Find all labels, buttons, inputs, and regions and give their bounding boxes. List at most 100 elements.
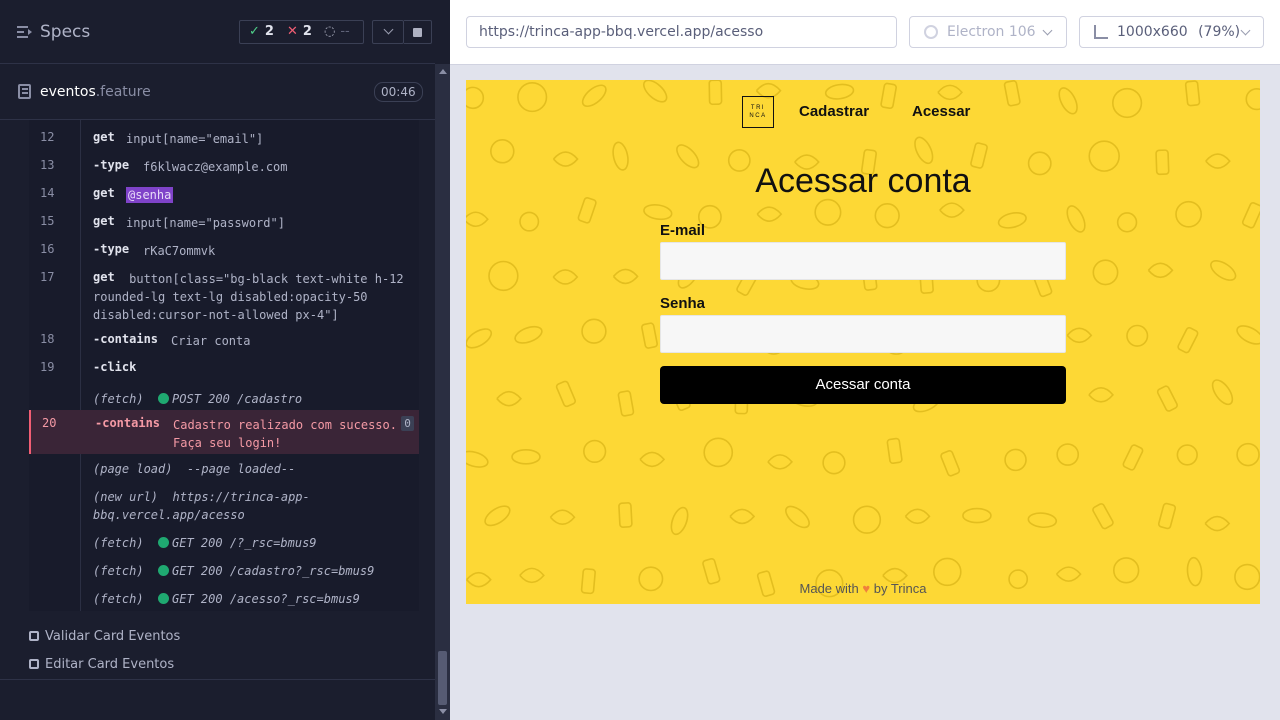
spinner-icon: ◌	[324, 24, 336, 39]
food-doodle	[642, 80, 668, 103]
food-doodle	[1126, 324, 1149, 347]
divider	[450, 64, 1280, 65]
food-doodle	[617, 390, 635, 417]
command-name: -click	[93, 360, 137, 374]
food-doodle	[880, 82, 897, 110]
food-doodle	[1184, 80, 1201, 107]
food-doodle	[641, 322, 658, 349]
food-doodle	[1210, 260, 1237, 281]
log-command-row[interactable]: 20 -contains Cadastro realizado com sucess…	[29, 410, 419, 454]
food-doodle	[852, 505, 882, 534]
browser-icon	[924, 25, 938, 39]
scroll-down-icon[interactable]	[439, 709, 447, 714]
scrollbar[interactable]	[435, 64, 450, 720]
spec-file-name[interactable]: eventos.feature	[40, 84, 151, 100]
ruler-icon	[1094, 25, 1108, 39]
food-doodle	[555, 380, 576, 408]
food-doodle	[1177, 326, 1199, 354]
food-doodle	[1236, 325, 1260, 345]
chevron-down-icon	[1240, 25, 1251, 36]
command-argument: rKaC7ommvk	[143, 244, 216, 258]
food-doodle	[886, 437, 903, 465]
food-doodle	[1157, 502, 1177, 530]
email-field[interactable]	[660, 242, 1066, 280]
food-doodle	[519, 211, 540, 232]
food-doodle	[940, 450, 961, 477]
food-doodle	[488, 260, 519, 292]
food-doodle	[484, 505, 511, 527]
x-icon: ✕	[287, 24, 298, 39]
food-doodle	[1113, 557, 1140, 584]
food-doodle	[1088, 387, 1114, 403]
food-doodle	[1092, 503, 1114, 530]
command-name: -contains	[93, 332, 159, 346]
heart-icon: ♥	[862, 581, 871, 596]
command-name: get	[93, 214, 115, 228]
food-doodle	[612, 268, 639, 285]
stop-button[interactable]	[404, 20, 432, 44]
url-input[interactable]: https://trinca-app-bbq.vercel.app/acesso	[466, 16, 897, 48]
chevron-down-icon	[383, 24, 394, 35]
food-doodle	[552, 269, 579, 285]
command-name: get	[93, 186, 115, 200]
passed-count: ✓ 2	[249, 24, 274, 39]
command-name: -type	[93, 158, 130, 172]
food-doodle	[466, 328, 493, 349]
browser-select[interactable]: Electron 106	[909, 16, 1067, 48]
password-label: Senha	[660, 295, 706, 312]
command-name: get	[93, 130, 115, 144]
element-count-badge: 0	[401, 416, 414, 431]
trinca-logo[interactable]: TRI NCA	[742, 96, 774, 128]
food-doodle	[511, 449, 541, 465]
food-doodle	[1066, 205, 1086, 233]
suite-item[interactable]: Validar Card Eventos	[29, 629, 180, 644]
event-label: (fetch) GET 200 /acesso?_rsc=bmus9	[93, 592, 360, 606]
line-number: 19	[40, 360, 55, 374]
scroll-thumb[interactable]	[438, 651, 447, 705]
line-number: 16	[40, 242, 55, 256]
food-doodle	[549, 509, 576, 526]
food-doodle	[997, 212, 1027, 229]
command-name: -type	[93, 242, 130, 256]
food-doodle	[1003, 80, 1021, 107]
password-field[interactable]	[660, 315, 1066, 353]
food-doodle	[1066, 327, 1093, 344]
food-doodle	[1027, 512, 1058, 529]
food-doodle	[1147, 262, 1174, 279]
pending-count: ◌ --	[324, 24, 350, 39]
food-doodle	[962, 507, 992, 524]
command-log: 12 get input[name="email"] 13 -type f6klwacz@…	[29, 120, 419, 611]
food-doodle	[1204, 515, 1231, 532]
suite-item[interactable]: Editar Card Eventos	[29, 657, 174, 672]
food-doodle	[466, 450, 489, 468]
food-doodle	[1245, 87, 1260, 111]
food-doodle	[1236, 442, 1260, 467]
event-label: (fetch) GET 200 /cadastro?_rsc=bmus9	[93, 564, 375, 578]
spec-duration: 00:46	[374, 82, 423, 102]
food-doodle	[1176, 444, 1198, 466]
gutter-line	[80, 120, 81, 611]
login-button[interactable]: Acessar conta	[660, 366, 1066, 404]
food-doodle	[496, 390, 522, 407]
specs-list-icon[interactable]	[17, 25, 33, 39]
scroll-up-icon[interactable]	[439, 69, 447, 74]
food-doodle	[904, 508, 931, 525]
nav-acessar-link[interactable]: Acessar	[912, 103, 970, 120]
alias-tag: @senha	[126, 187, 174, 203]
specs-panel: Specs ✓ 2 ✕ 2 ◌ -- eventos.feature 00:46 12…	[0, 0, 450, 720]
preview-toolbar: https://trinca-app-bbq.vercel.app/acesso…	[450, 0, 1280, 64]
viewport-select[interactable]: 1000x660 (79%)	[1079, 16, 1264, 48]
footer: Made with ♥ by Trinca	[799, 581, 927, 596]
event-label: (fetch) GET 200 /?_rsc=bmus9	[93, 536, 317, 550]
line-number: 18	[40, 332, 55, 346]
line-number: 14	[40, 186, 55, 200]
food-doodle	[466, 86, 485, 110]
food-doodle	[514, 325, 543, 344]
command-argument: f6klwacz@example.com	[143, 160, 288, 174]
nav-cadastrar-link[interactable]: Cadastrar	[799, 103, 869, 120]
collapse-button[interactable]	[372, 20, 404, 44]
command-argument: Cadastro realizado com sucesso. Faça seu…	[173, 418, 397, 450]
chevron-down-icon	[1042, 25, 1053, 36]
food-doodle	[767, 454, 793, 470]
command-argument-text: button[class="bg-black text-white h-12 r…	[93, 272, 404, 322]
